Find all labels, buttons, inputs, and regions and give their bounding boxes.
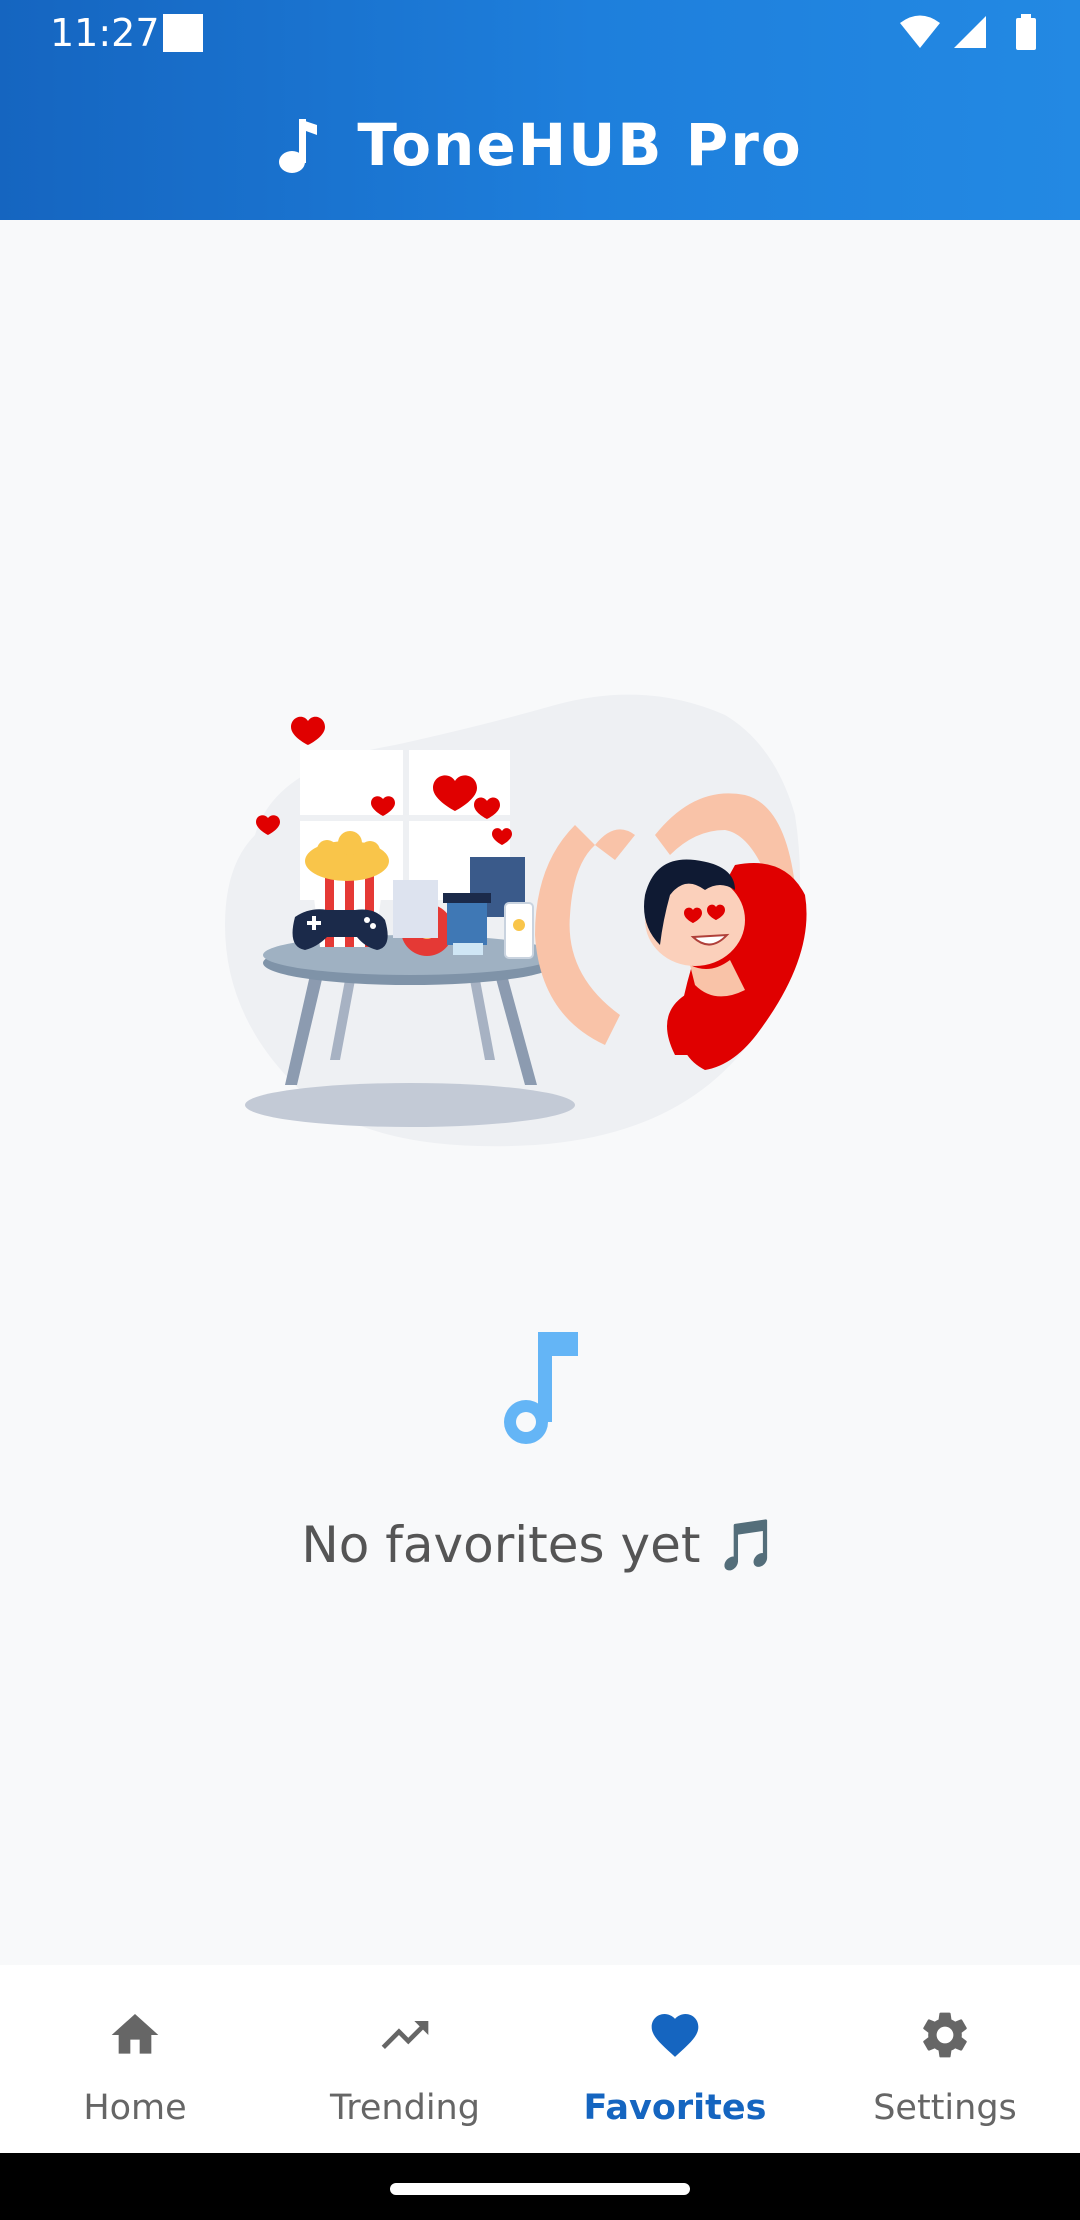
app-title: ToneHUB Pro (357, 111, 803, 179)
nav-label-trending: Trending (330, 2088, 480, 2128)
gear-icon (923, 2012, 967, 2058)
empty-state-message: No favorites yet 🎵 (301, 1516, 779, 1574)
app-title-bar: ToneHUB Pro (0, 100, 1080, 190)
notification-icon (163, 14, 203, 52)
cellular-signal-icon (954, 16, 986, 48)
nav-label-settings: Settings (873, 2088, 1017, 2128)
favorites-screen: No favorites yet 🎵 (0, 220, 1080, 1965)
heart-icon (651, 2014, 699, 2057)
status-bar: 11:27 (0, 0, 1080, 66)
nav-item-home[interactable]: Home (0, 1965, 270, 2153)
trending-icon (381, 2021, 429, 2049)
app-header: 11:27 ToneHUB Pro (0, 0, 1080, 220)
wifi-icon (900, 15, 940, 48)
empty-favorites-illustration (225, 694, 807, 1147)
music-note-icon (279, 119, 318, 173)
home-icon (111, 2014, 159, 2054)
battery-icon (1016, 14, 1036, 50)
status-time: 11:27 (50, 11, 160, 55)
nav-item-favorites[interactable]: Favorites (540, 1965, 810, 2153)
system-navigation-bar (0, 2153, 1080, 2220)
music-note-icon (504, 1332, 578, 1444)
nav-item-trending[interactable]: Trending (270, 1965, 540, 2153)
home-gesture-handle[interactable] (390, 2183, 690, 2195)
nav-label-home: Home (83, 2088, 187, 2128)
bottom-navigation: Home Trending Favorites Settings (0, 1965, 1080, 2153)
nav-item-settings[interactable]: Settings (810, 1965, 1080, 2153)
nav-label-favorites: Favorites (583, 2088, 767, 2128)
